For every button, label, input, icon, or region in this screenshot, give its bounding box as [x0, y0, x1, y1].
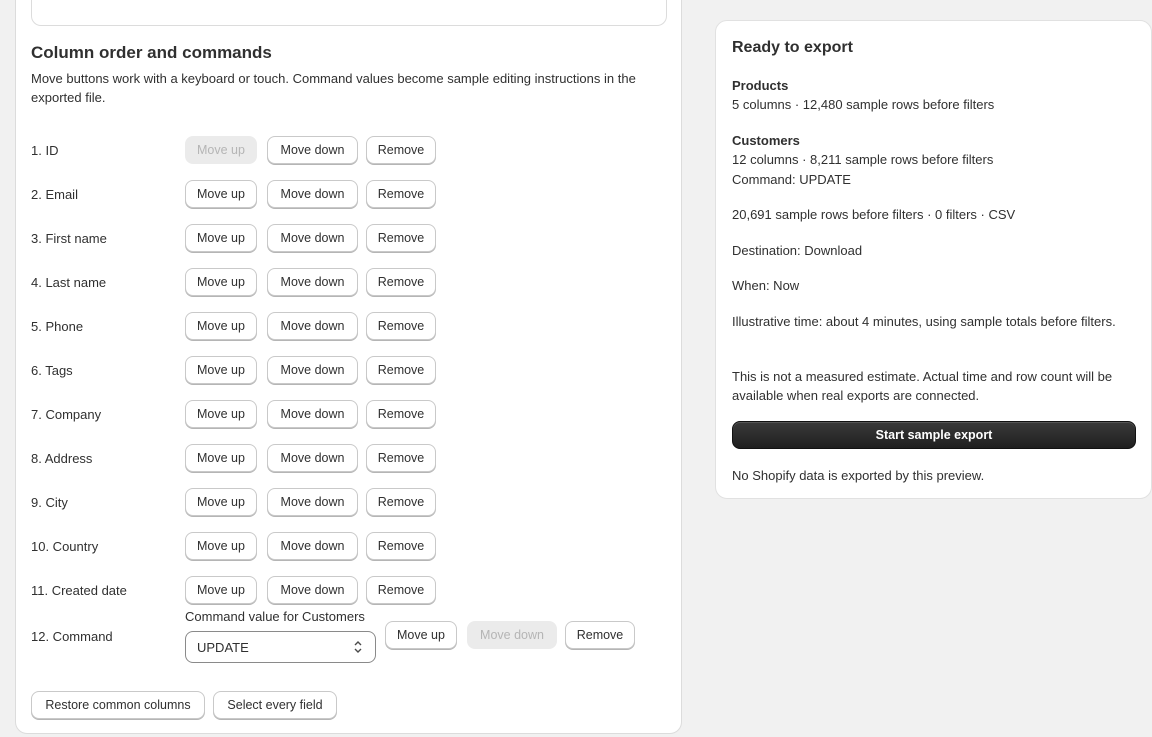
move-up-button[interactable]: Move up — [185, 488, 257, 516]
move-up-button[interactable]: Move up — [185, 312, 257, 340]
illustrative-time: Illustrative time: about 4 minutes, usin… — [732, 314, 1116, 329]
column-row: 2. Email Move up Move down Remove — [31, 180, 671, 208]
remove-button[interactable]: Remove — [366, 136, 436, 164]
column-row: 10. Country Move up Move down Remove — [31, 532, 671, 560]
move-up-button[interactable]: Move up — [185, 356, 257, 384]
move-up-button[interactable]: Move up — [185, 180, 257, 208]
column-row: 7. Company Move up Move down Remove — [31, 400, 671, 428]
products-heading: Products — [732, 78, 789, 93]
move-down-button[interactable]: Move down — [467, 621, 557, 649]
column-row: 4. Last name Move up Move down Remove — [31, 268, 671, 296]
customers-detail: 12 columns · 8,211 sample rows before fi… — [732, 152, 994, 167]
start-sample-export-button[interactable]: Start sample export — [732, 421, 1136, 449]
move-down-button[interactable]: Move down — [267, 400, 358, 428]
column-row: 11. Created date Move up Move down Remove — [31, 576, 671, 604]
move-down-button[interactable]: Move down — [267, 136, 358, 164]
command-selected-value: UPDATE — [197, 640, 249, 655]
column-label: 2. Email — [31, 187, 78, 202]
remove-button[interactable]: Remove — [366, 312, 436, 340]
previous-field-box — [31, 0, 667, 26]
customers-heading: Customers — [732, 133, 800, 148]
move-down-button[interactable]: Move down — [267, 312, 358, 340]
move-up-button[interactable]: Move up — [185, 576, 257, 604]
summary-title: Ready to export — [732, 39, 853, 56]
when-line: When: Now — [732, 278, 800, 293]
column-label: 10. Country — [31, 539, 99, 554]
column-label: 4. Last name — [31, 275, 107, 290]
customers-command: Command: UPDATE — [732, 172, 851, 187]
column-label: 8. Address — [31, 451, 93, 466]
remove-button[interactable]: Remove — [366, 268, 436, 296]
restore-common-columns-button[interactable]: Restore common columns — [31, 691, 205, 719]
totals-line: 20,691 sample rows before filters · 0 fi… — [732, 207, 1016, 222]
column-row: 6. Tags Move up Move down Remove — [31, 356, 671, 384]
column-label: 9. City — [31, 495, 68, 510]
column-order-card: Column order and commands Move buttons w… — [15, 0, 682, 734]
command-column-row: 12. Command Command value for Customers … — [31, 609, 671, 665]
footnote: No Shopify data is exported by this prev… — [732, 468, 985, 483]
column-label: 3. First name — [31, 231, 107, 246]
remove-button[interactable]: Remove — [366, 532, 436, 560]
destination-line: Destination: Download — [732, 243, 863, 258]
remove-button[interactable]: Remove — [366, 488, 436, 516]
move-down-button[interactable]: Move down — [267, 356, 358, 384]
remove-button[interactable]: Remove — [366, 356, 436, 384]
remove-button[interactable]: Remove — [366, 576, 436, 604]
disclaimer: This is not a measured estimate. Actual … — [732, 369, 1113, 403]
column-row: 3. First name Move up Move down Remove — [31, 224, 671, 252]
command-field-label: Command value for Customers — [185, 609, 365, 624]
remove-button[interactable]: Remove — [366, 180, 436, 208]
move-down-button[interactable]: Move down — [267, 224, 358, 252]
move-down-button[interactable]: Move down — [267, 488, 358, 516]
column-label: 7. Company — [31, 407, 102, 422]
select-every-field-button[interactable]: Select every field — [213, 691, 337, 719]
move-up-button[interactable]: Move up — [185, 532, 257, 560]
move-down-button[interactable]: Move down — [267, 180, 358, 208]
move-down-button[interactable]: Move down — [267, 576, 358, 604]
column-label: 5. Phone — [31, 319, 84, 334]
column-row: 8. Address Move up Move down Remove — [31, 444, 671, 472]
remove-button[interactable]: Remove — [565, 621, 635, 649]
section-title: Column order and commands — [31, 43, 272, 62]
move-up-button[interactable]: Move up — [185, 224, 257, 252]
move-up-button[interactable]: Move up — [385, 621, 457, 649]
move-up-button[interactable]: Move up — [185, 400, 257, 428]
move-down-button[interactable]: Move down — [267, 268, 358, 296]
column-row: 1. ID Move up Move down Remove — [31, 136, 671, 164]
column-row: 9. City Move up Move down Remove — [31, 488, 671, 516]
remove-button[interactable]: Remove — [366, 400, 436, 428]
products-detail: 5 columns · 12,480 sample rows before fi… — [732, 97, 995, 112]
column-label: 11. Created date — [31, 583, 127, 598]
move-up-button[interactable]: Move up — [185, 444, 257, 472]
export-summary-card: Ready to export Products 5 columns · 12,… — [715, 20, 1152, 499]
column-row: 5. Phone Move up Move down Remove — [31, 312, 671, 340]
command-select[interactable]: UPDATE — [185, 631, 376, 663]
remove-button[interactable]: Remove — [366, 224, 436, 252]
move-down-button[interactable]: Move down — [267, 444, 358, 472]
section-description: Move buttons work with a keyboard or tou… — [31, 71, 636, 105]
column-label: 12. Command — [31, 629, 113, 644]
move-up-button[interactable]: Move up — [185, 136, 257, 164]
remove-button[interactable]: Remove — [366, 444, 436, 472]
column-label: 1. ID — [31, 143, 59, 158]
chevron-up-down-icon — [353, 638, 363, 659]
move-down-button[interactable]: Move down — [267, 532, 358, 560]
move-up-button[interactable]: Move up — [185, 268, 257, 296]
column-label: 6. Tags — [31, 363, 73, 378]
